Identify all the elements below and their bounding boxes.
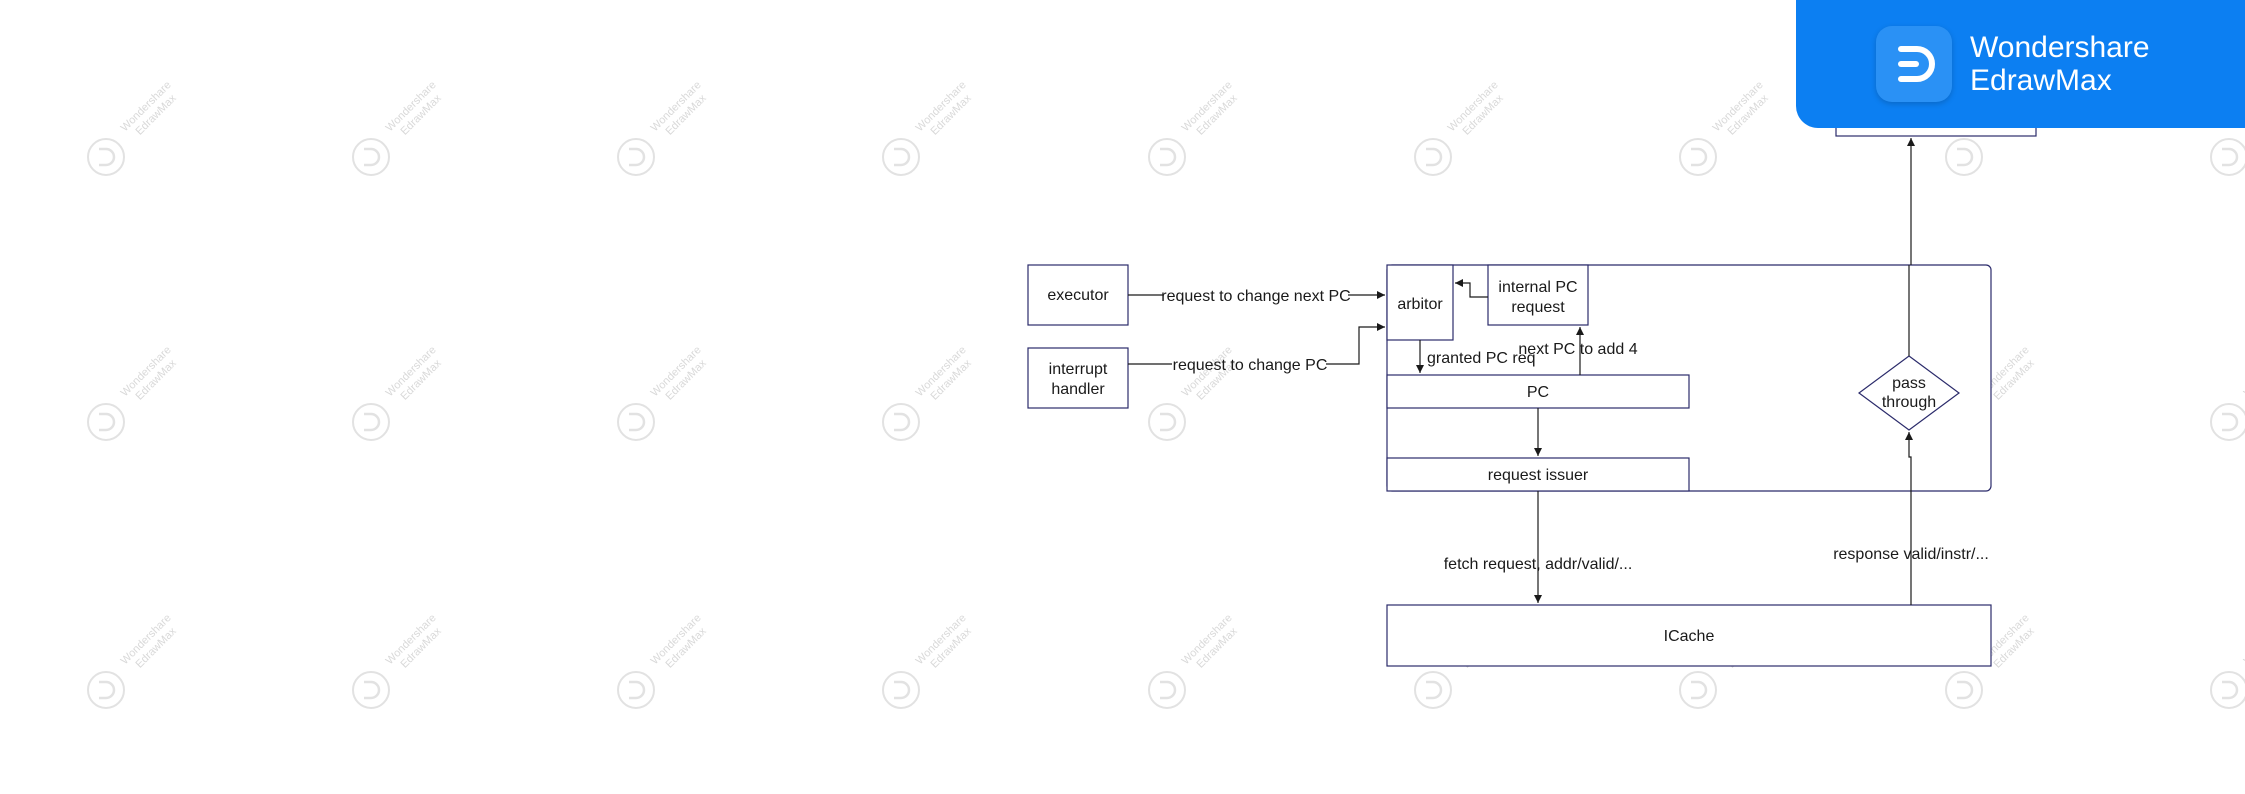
edge-label-response: response valid/instr/...: [1833, 546, 1989, 563]
internal-pc-label-line2: request: [1511, 299, 1565, 316]
watermark: WondershareEdrawMax: [2210, 612, 2245, 709]
watermark: WondershareEdrawMax: [352, 612, 444, 709]
watermark-text-line1: Wondershare: [2242, 344, 2245, 399]
watermark: WondershareEdrawMax: [882, 612, 974, 709]
watermark: WondershareEdrawMax: [617, 612, 709, 709]
watermark-logo-icon: [87, 138, 125, 176]
watermark-logo-icon: [2210, 403, 2245, 441]
pass-through-label-line2: through: [1882, 394, 1936, 411]
watermark-logo-icon: [1148, 403, 1186, 441]
pc-label: PC: [1527, 384, 1549, 401]
watermark-logo-icon: [617, 138, 655, 176]
watermark: WondershareEdrawMax: [1148, 612, 1240, 709]
watermark-logo-icon: [882, 138, 920, 176]
watermark-logo-icon: [1148, 138, 1186, 176]
brand-name-line1: Wondershare: [1970, 31, 2150, 64]
watermark: WondershareEdrawMax: [352, 79, 444, 176]
watermark-logo-icon: [352, 403, 390, 441]
watermark-logo-icon: [87, 403, 125, 441]
edrawmax-logo-icon: [1876, 26, 1952, 102]
internal-pc-request-node[interactable]: internal PC request: [1487, 264, 1589, 326]
pass-through-label-line1: pass: [1892, 375, 1926, 392]
interrupt-handler-label-line1: interrupt: [1049, 361, 1108, 378]
interrupt-handler-node[interactable]: interrupt handler: [1027, 347, 1129, 409]
watermark-logo-icon: [617, 671, 655, 709]
watermark-logo-icon: [1945, 671, 1983, 709]
watermark-logo-icon: [352, 671, 390, 709]
arbitor-node[interactable]: arbitor: [1386, 264, 1454, 341]
watermark: WondershareEdrawMax: [2210, 344, 2245, 441]
watermark: WondershareEdrawMax: [87, 79, 179, 176]
watermark-logo-icon: [617, 403, 655, 441]
watermark: WondershareEdrawMax: [882, 344, 974, 441]
watermark: WondershareEdrawMax: [1679, 79, 1771, 176]
request-issuer-node[interactable]: request issuer: [1386, 457, 1690, 492]
edge-label-next-pc: next PC to add 4: [1518, 341, 1637, 358]
watermark-logo-icon: [2210, 671, 2245, 709]
executor-label: executor: [1047, 287, 1109, 304]
watermark: WondershareEdrawMax: [1414, 79, 1506, 176]
watermark-logo-icon: [2210, 138, 2245, 176]
watermark: WondershareEdrawMax: [882, 79, 974, 176]
watermark-text-line1: Wondershare: [2242, 612, 2245, 667]
watermark-logo-icon: [882, 403, 920, 441]
brand-name: Wondershare EdrawMax: [1970, 31, 2150, 97]
watermark-logo-icon: [1945, 138, 1983, 176]
edge-label-interrupt: request to change PC: [1173, 357, 1328, 374]
watermark-logo-icon: [882, 671, 920, 709]
watermark: WondershareEdrawMax: [87, 612, 179, 709]
arbitor-label: arbitor: [1397, 296, 1443, 313]
executor-node[interactable]: executor: [1027, 264, 1129, 326]
watermark: WondershareEdrawMax: [617, 344, 709, 441]
watermark-logo-icon: [1148, 671, 1186, 709]
brand-banner: Wondershare EdrawMax: [1796, 0, 2245, 128]
watermark: WondershareEdrawMax: [617, 79, 709, 176]
watermark-logo-icon: [1414, 138, 1452, 176]
edge-fetch-request: fetch request, addr/valid/...: [1444, 491, 1633, 603]
watermark-logo-icon: [1679, 138, 1717, 176]
watermark-logo-icon: [87, 671, 125, 709]
request-issuer-label: request issuer: [1488, 467, 1589, 484]
watermark: WondershareEdrawMax: [352, 344, 444, 441]
edge-interrupt-to-arbitor: request to change PC: [1128, 323, 1385, 374]
watermark: WondershareEdrawMax: [87, 344, 179, 441]
watermark-logo-icon: [1679, 671, 1717, 709]
watermark: WondershareEdrawMax: [1148, 79, 1240, 176]
watermark-logo-icon: [352, 138, 390, 176]
brand-name-line2: EdrawMax: [1970, 64, 2112, 97]
edge-label-executor: request to change next PC: [1161, 288, 1350, 305]
internal-pc-label-line1: internal PC: [1498, 279, 1577, 296]
icache-label: ICache: [1664, 628, 1715, 645]
pc-node[interactable]: PC: [1386, 374, 1690, 409]
interrupt-handler-label-line2: handler: [1051, 381, 1105, 398]
edge-executor-to-arbitor: request to change next PC: [1128, 288, 1385, 305]
icache-node[interactable]: ICache: [1386, 604, 1992, 667]
edge-label-fetch: fetch request, addr/valid/...: [1444, 556, 1633, 573]
watermark-logo-icon: [1414, 671, 1452, 709]
